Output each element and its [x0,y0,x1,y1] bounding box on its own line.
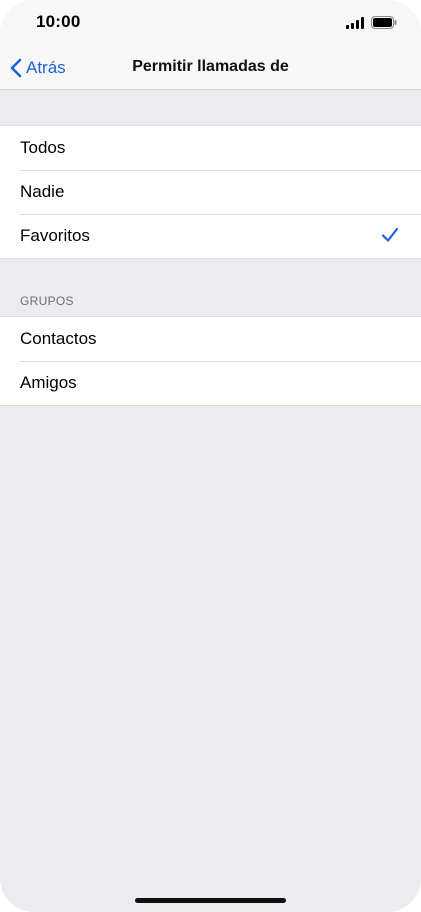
option-todos[interactable]: Todos [0,126,421,170]
page-title: Permitir llamadas de [132,58,289,75]
groups-list: Contactos Amigos [0,316,421,406]
option-label: Nadie [20,182,65,201]
home-indicator[interactable] [135,898,286,903]
option-favoritos[interactable]: Favoritos [0,214,421,258]
option-label: Todos [20,138,66,157]
signal-icon [346,16,364,29]
status-time: 10:00 [36,12,81,31]
group-label: Contactos [20,329,97,348]
section-header-grupos: GRUPOS [20,294,74,308]
status-bar: 10:00 [0,0,421,46]
phone-screen: 10:00 Atrás Permitir llamadas de Todos N… [0,0,421,912]
battery-icon [371,16,397,29]
group-label: Amigos [20,373,77,392]
group-item-contactos[interactable]: Contactos [0,317,421,361]
status-icons [346,16,397,29]
group-item-amigos[interactable]: Amigos [0,361,421,405]
option-nadie[interactable]: Nadie [0,170,421,214]
checkmark-icon [381,227,399,242]
option-label: Favoritos [20,226,90,245]
call-options-list: Todos Nadie Favoritos [0,125,421,259]
navigation-bar: Atrás Permitir llamadas de [0,46,421,90]
